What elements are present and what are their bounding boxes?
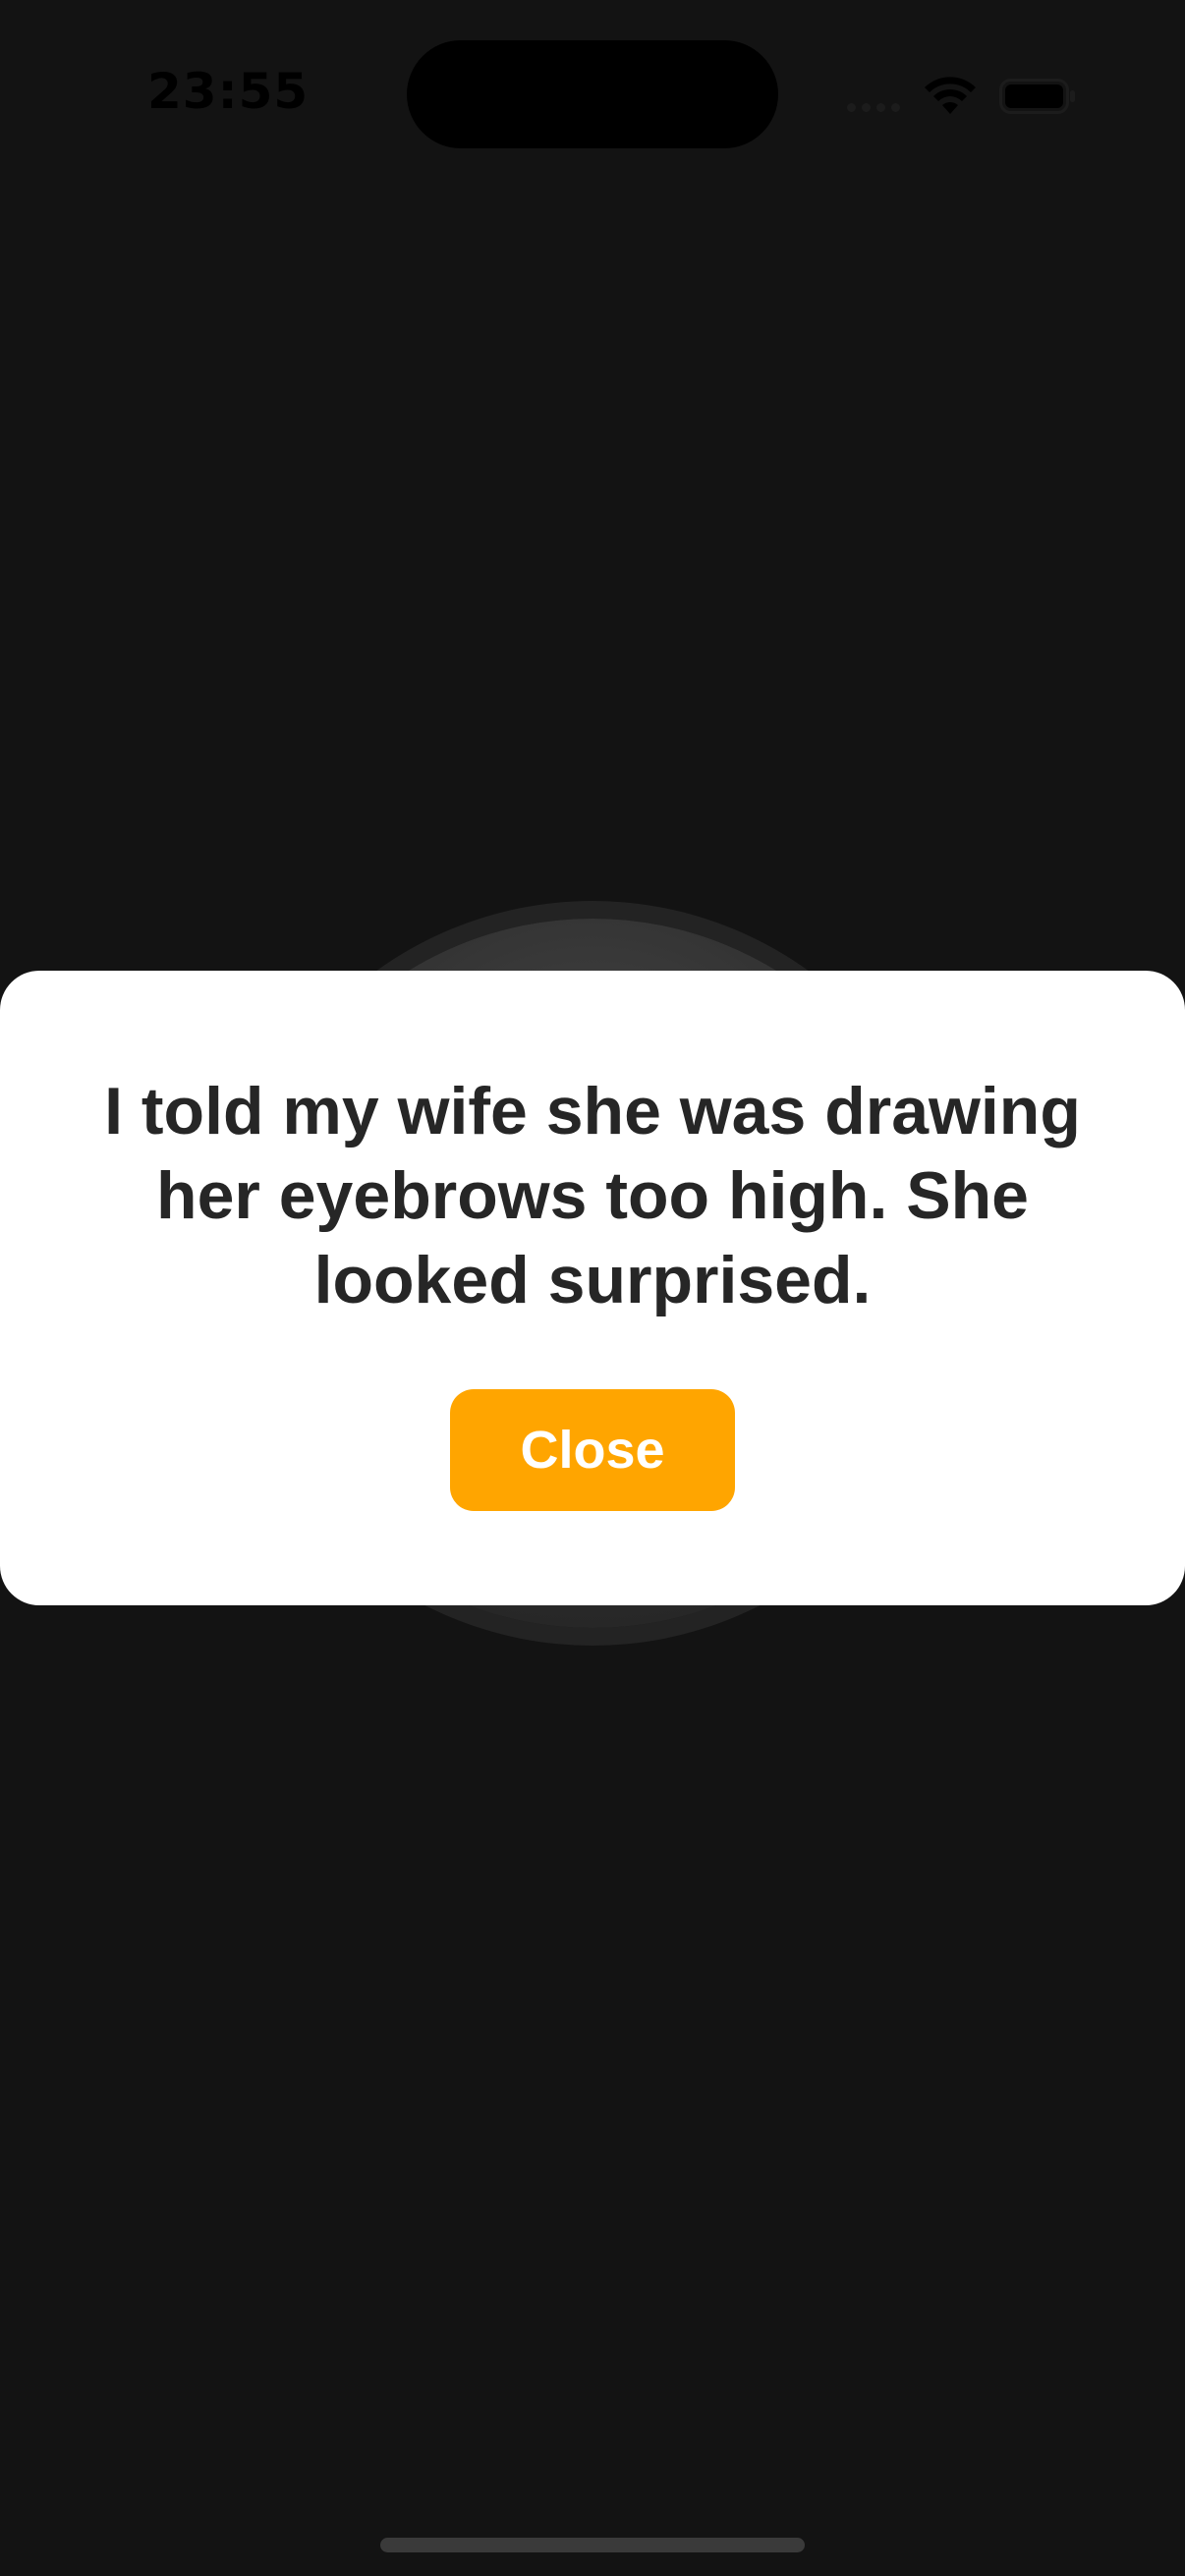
status-time: 23:55 (147, 63, 310, 120)
dynamic-island (407, 40, 778, 148)
home-indicator[interactable] (380, 2538, 805, 2552)
signal-icon (847, 102, 906, 112)
joke-message: I told my wife she was drawing her eyebr… (104, 1074, 1081, 1317)
wifi-icon (925, 77, 976, 114)
joke-modal: I told my wife she was drawing her eyebr… (0, 971, 1185, 1605)
close-button[interactable]: Close (450, 1389, 735, 1511)
status-bar: 23:55 (0, 0, 1185, 196)
battery-icon (999, 79, 1075, 114)
